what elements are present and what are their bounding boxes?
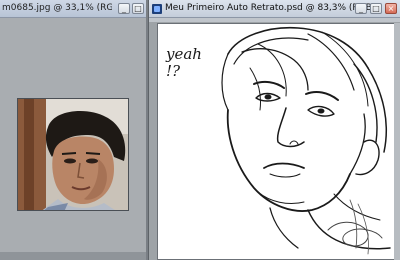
sketch-canvas[interactable]: yeah !? (157, 23, 395, 260)
close-button[interactable]: × (385, 3, 397, 14)
minimize-button[interactable]: _ (355, 3, 367, 14)
sketch-window-titlebar[interactable]: Meu Primeiro Auto Retrato.psd @ 83,3% (R… (149, 0, 400, 18)
vertical-scrollbar[interactable] (394, 23, 400, 260)
reference-window-status-strip (0, 252, 146, 260)
face-photo-image (18, 99, 128, 210)
sketch-window-title: Meu Primeiro Auto Retrato.psd @ 83,3% (R… (165, 3, 376, 13)
sketch-annotation-text: yeah !? (166, 45, 202, 80)
minimize-button[interactable]: _ (118, 3, 130, 14)
reference-window-titlebar[interactable]: m0685.jpg @ 33,1% (RGB) _ □ (0, 0, 146, 18)
reference-canvas-area[interactable] (0, 18, 146, 260)
photoshop-document-icon (152, 4, 162, 14)
reference-photo-window[interactable]: m0685.jpg @ 33,1% (RGB) _ □ (0, 0, 146, 260)
reference-window-title: m0685.jpg @ 33,1% (RGB) (2, 3, 112, 13)
maximize-button[interactable]: □ (370, 3, 382, 14)
document-ruler (149, 18, 400, 22)
reference-photo (17, 98, 129, 211)
sketch-document-window[interactable]: Meu Primeiro Auto Retrato.psd @ 83,3% (R… (148, 0, 400, 260)
maximize-button[interactable]: □ (132, 3, 144, 14)
